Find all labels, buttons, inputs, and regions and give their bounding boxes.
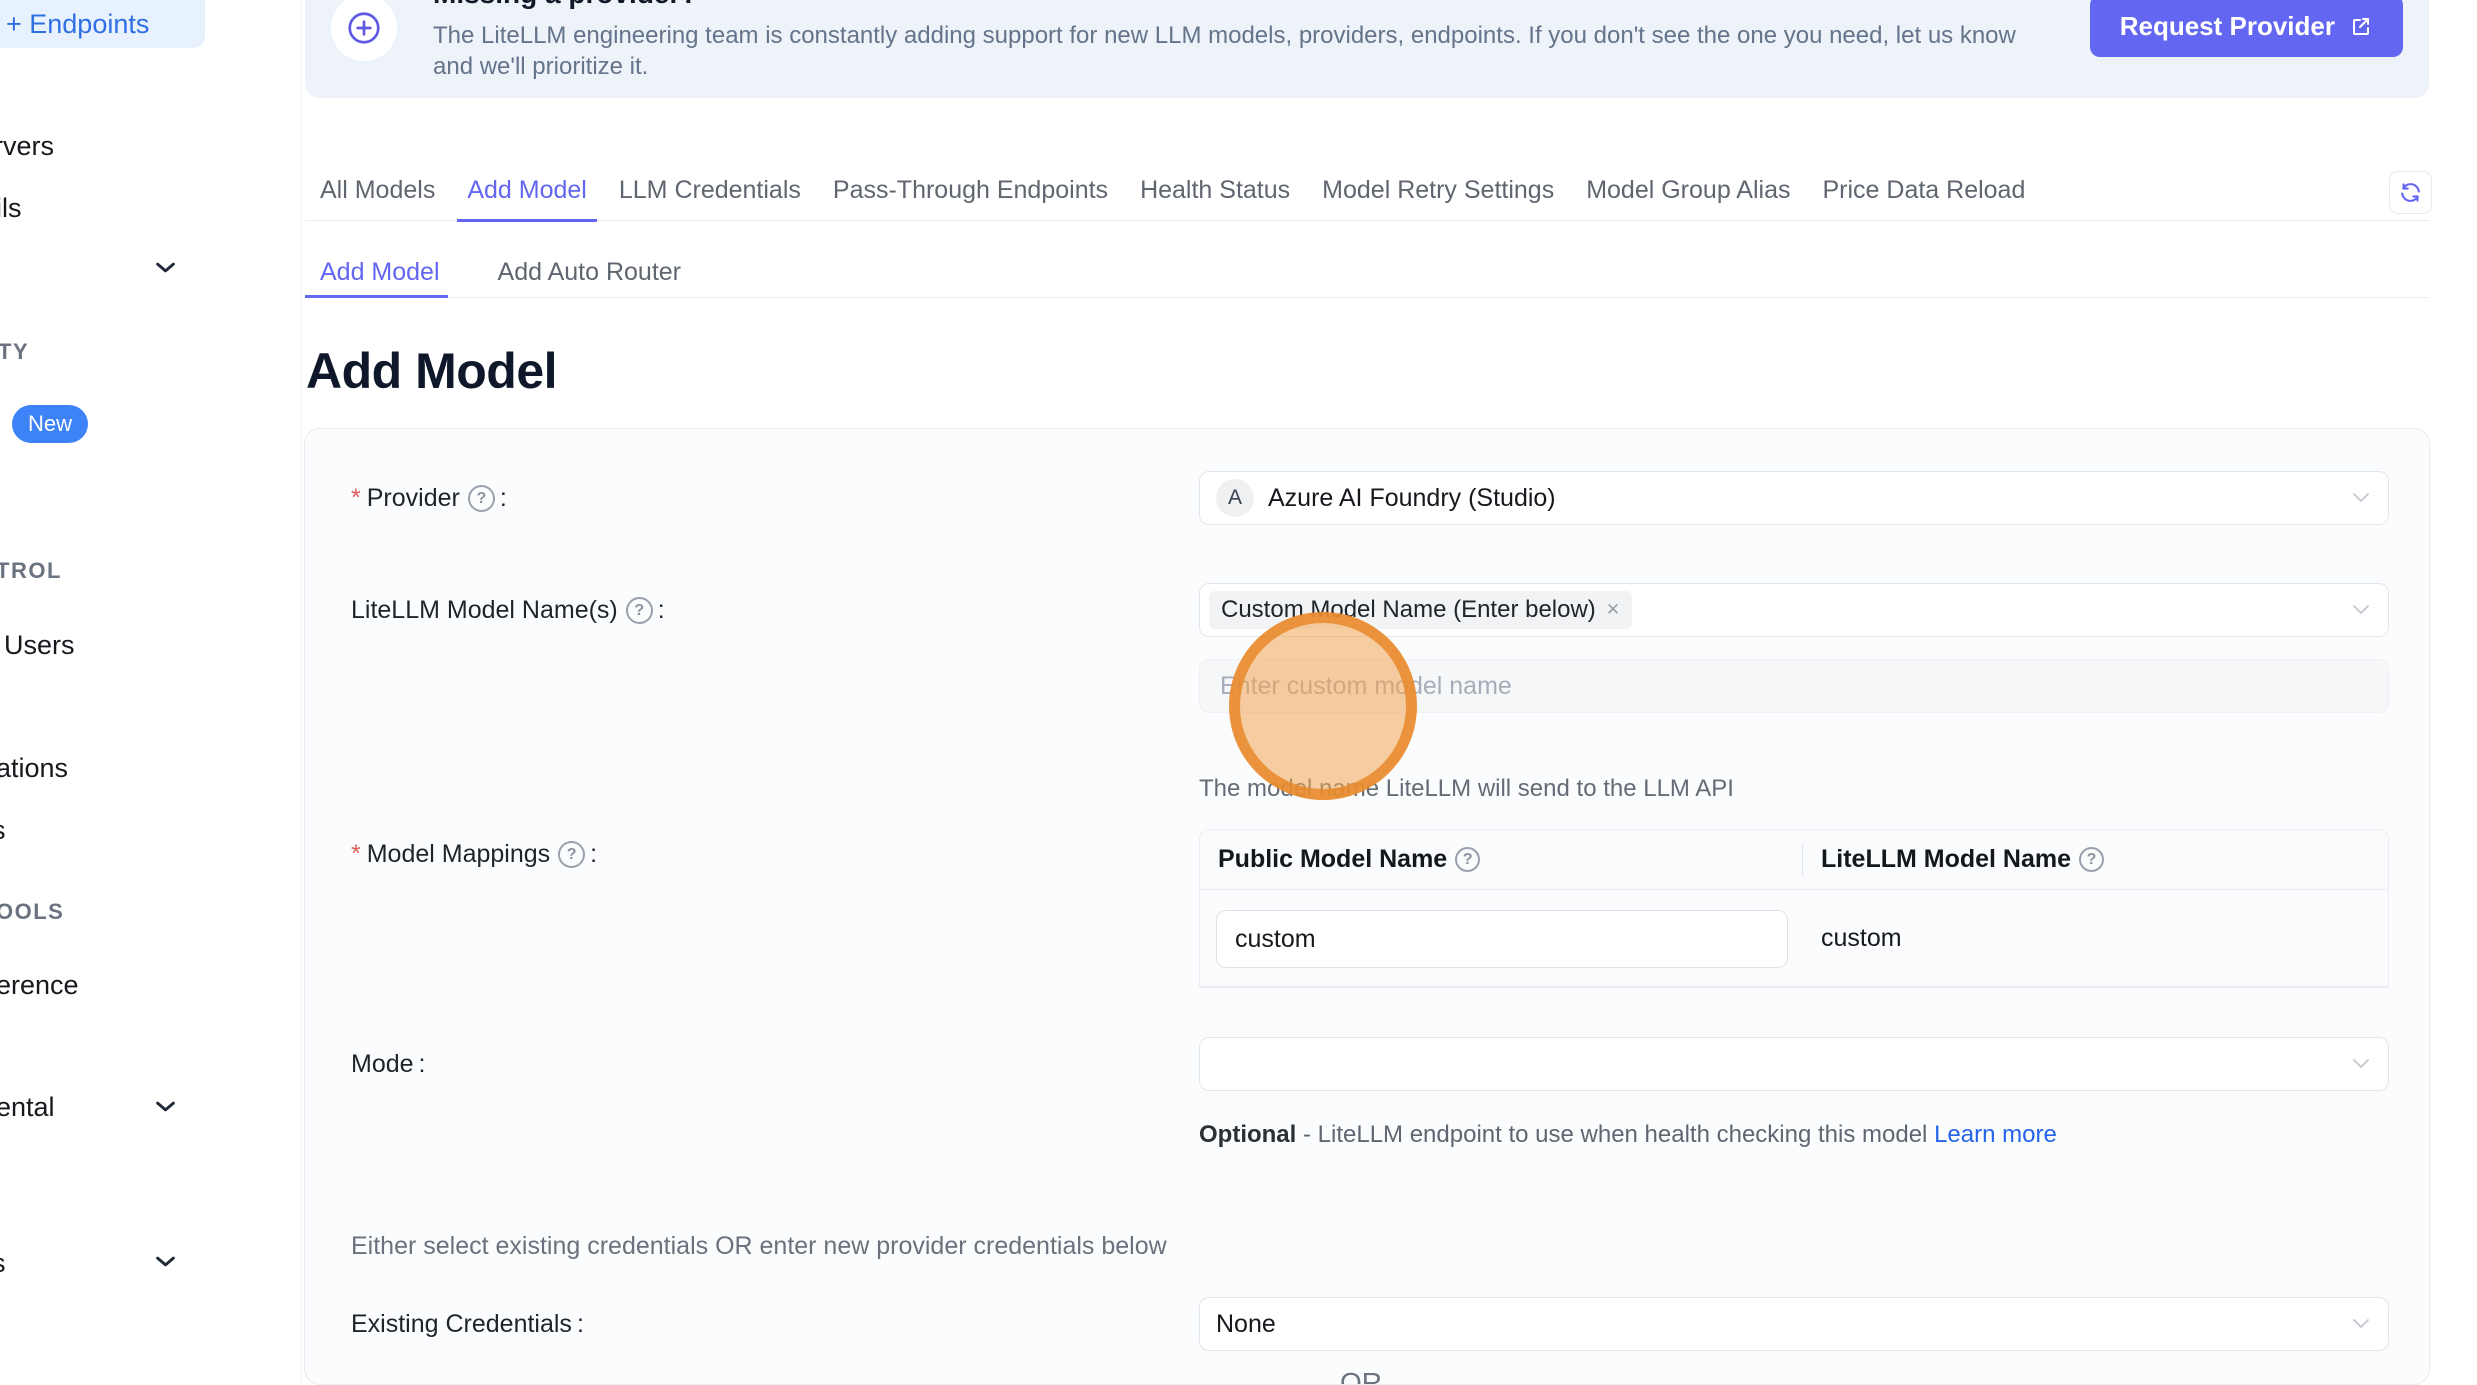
chevron-down-icon[interactable] <box>152 1093 179 1120</box>
credentials-note: Either select existing credentials OR en… <box>351 1232 1167 1261</box>
model-name-helper: The model name LiteLLM will send to the … <box>1199 775 1734 803</box>
existing-credentials-value: None <box>1216 1310 1276 1339</box>
refresh-button[interactable] <box>2389 171 2432 214</box>
table-header: Public Model Name LiteLLM Model Name <box>1200 830 2388 890</box>
provider-banner: Missing a provider? The LiteLLM engineer… <box>305 0 2429 98</box>
tab-add-model[interactable]: Add Model <box>467 176 587 205</box>
subtab-add-model[interactable]: Add Model <box>320 258 440 287</box>
sidebar-item-guardrails[interactable]: ils <box>0 193 22 224</box>
mode-helper: Optional - LiteLLM endpoint to use when … <box>1199 1115 2059 1154</box>
sidebar-item-mcp-servers[interactable]: rvers <box>0 131 54 162</box>
plus-circle-icon <box>331 0 397 61</box>
tab-price-data-reload[interactable]: Price Data Reload <box>1822 176 2025 205</box>
tab-model-group-alias[interactable]: Model Group Alias <box>1586 176 1790 205</box>
chevron-down-icon <box>2352 1318 2370 1330</box>
chevron-down-icon <box>2352 1058 2370 1070</box>
model-mappings-table: Public Model Name LiteLLM Model Name cus… <box>1199 829 2389 988</box>
sidebar-item-internal-users[interactable]: Users <box>4 630 75 661</box>
sidebar-item-experimental[interactable]: ental <box>0 1092 55 1123</box>
tab-health-status[interactable]: Health Status <box>1140 176 1290 205</box>
chevron-down-icon <box>2352 492 2370 504</box>
public-model-name-input[interactable] <box>1216 910 1788 968</box>
column-litellm-model-name: LiteLLM Model Name <box>1803 830 2104 889</box>
model-names-multiselect[interactable]: Custom Model Name (Enter below) <box>1199 583 2389 637</box>
add-model-card: * Provider : A Azure AI Foundry (Studio)… <box>304 428 2430 1385</box>
tag-close-icon[interactable] <box>1606 600 1620 620</box>
help-icon[interactable] <box>626 597 653 624</box>
sidebar: + Endpoints rvers ils TY New TROL Users … <box>0 0 302 1385</box>
provider-avatar: A <box>1216 479 1254 517</box>
add-model-subtabs: Add Model Add Auto Router <box>305 248 2429 298</box>
request-provider-label: Request Provider <box>2120 11 2335 42</box>
sidebar-item-teams[interactable]: s <box>0 815 6 846</box>
help-icon[interactable] <box>2079 847 2104 872</box>
provider-select-value: Azure AI Foundry (Studio) <box>1268 484 1556 513</box>
model-names-label: LiteLLM Model Name(s) : <box>351 596 665 625</box>
chevron-down-icon[interactable] <box>152 1248 179 1275</box>
tab-all-models[interactable]: All Models <box>320 176 435 205</box>
required-asterisk: * <box>351 840 361 869</box>
litellm-model-name-value: custom <box>1821 924 1902 953</box>
mode-label: Mode : <box>351 1050 426 1079</box>
learn-more-link[interactable]: Learn more <box>1934 1121 2057 1148</box>
or-divider: OR <box>1340 1367 1382 1385</box>
tab-pass-through-endpoints[interactable]: Pass-Through Endpoints <box>833 176 1108 205</box>
help-icon[interactable] <box>468 485 495 512</box>
required-asterisk: * <box>351 484 361 513</box>
column-public-model-name: Public Model Name <box>1200 830 1803 889</box>
new-badge: New <box>12 405 88 443</box>
chevron-down-icon <box>2352 604 2370 616</box>
sidebar-section-security: TY <box>0 339 29 365</box>
sidebar-item-label: + Endpoints <box>6 9 149 40</box>
help-icon[interactable] <box>558 841 585 868</box>
provider-label: * Provider : <box>351 484 507 513</box>
model-mappings-label: * Model Mappings : <box>351 840 597 869</box>
external-link-icon <box>2349 14 2373 38</box>
model-name-tag: Custom Model Name (Enter below) <box>1209 591 1632 629</box>
sidebar-section-tools: OOLS <box>0 899 64 925</box>
sidebar-section-access-control: TROL <box>0 558 62 584</box>
custom-model-name-input[interactable] <box>1199 659 2389 713</box>
sidebar-item-organizations[interactable]: ations <box>0 753 68 784</box>
tab-model-retry-settings[interactable]: Model Retry Settings <box>1322 176 1554 205</box>
existing-credentials-label: Existing Credentials : <box>351 1310 584 1339</box>
refresh-icon <box>2398 180 2423 205</box>
banner-title: Missing a provider? <box>433 0 698 10</box>
page-title: Add Model <box>306 342 557 400</box>
help-icon[interactable] <box>1455 847 1480 872</box>
active-subtab-underline <box>305 295 448 298</box>
model-tabs: All Models Add Model LLM Credentials Pas… <box>305 160 2429 221</box>
request-provider-button[interactable]: Request Provider <box>2090 0 2403 57</box>
table-row: custom <box>1200 890 2388 987</box>
subtab-add-auto-router[interactable]: Add Auto Router <box>498 258 681 287</box>
banner-description: The LiteLLM engineering team is constant… <box>433 20 2053 82</box>
mode-select[interactable] <box>1199 1037 2389 1091</box>
tab-llm-credentials[interactable]: LLM Credentials <box>619 176 801 205</box>
litellm-admin-screen: + Endpoints rvers ils TY New TROL Users … <box>0 0 2477 1385</box>
chevron-down-icon[interactable] <box>152 254 179 281</box>
existing-credentials-select[interactable]: None <box>1199 1297 2389 1351</box>
provider-select[interactable]: A Azure AI Foundry (Studio) <box>1199 471 2389 525</box>
sidebar-item-api-reference[interactable]: erence <box>0 970 79 1001</box>
sidebar-item-models-endpoints[interactable]: + Endpoints <box>0 0 205 48</box>
sidebar-item-settings[interactable]: s <box>0 1248 6 1279</box>
